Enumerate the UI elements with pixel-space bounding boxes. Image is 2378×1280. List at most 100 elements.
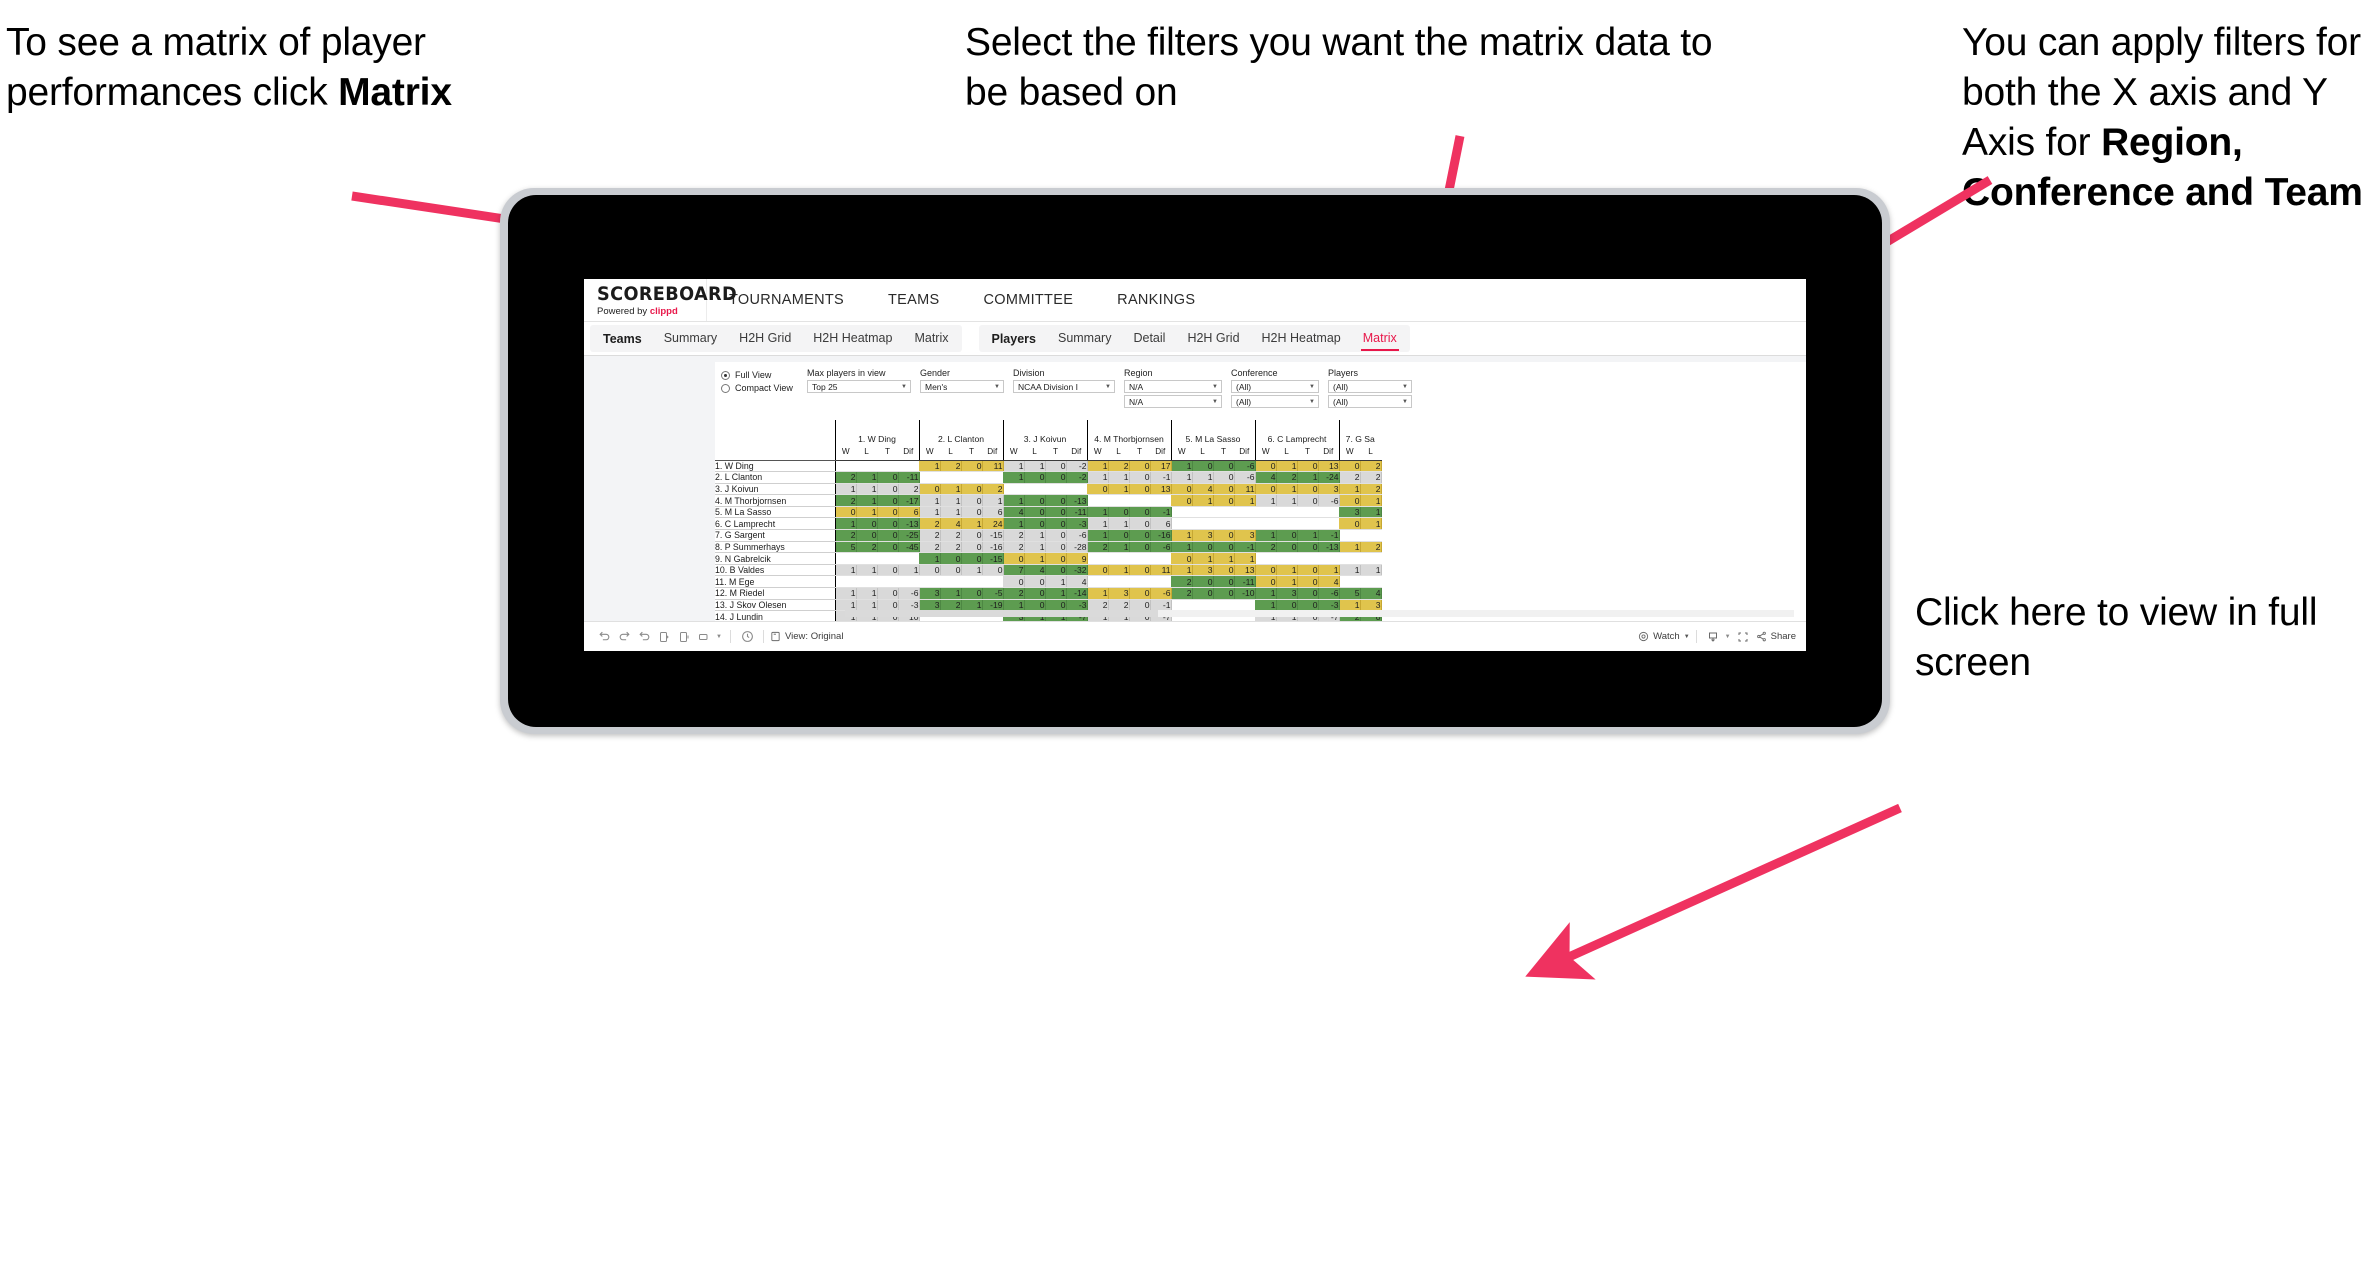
tab-teams-h2h-heatmap[interactable]: H2H Heatmap xyxy=(802,325,903,352)
matrix-cell[interactable]: 3 xyxy=(1108,587,1130,600)
matrix-cell[interactable]: 0 xyxy=(1213,494,1235,507)
download-icon[interactable] xyxy=(1703,627,1723,647)
matrix-cell[interactable]: 0 xyxy=(1297,483,1319,496)
matrix-cell[interactable]: 0 xyxy=(1045,471,1067,484)
matrix-cell[interactable]: 1 xyxy=(1086,517,1109,531)
redo-icon[interactable] xyxy=(614,627,634,647)
matrix-cell[interactable]: 1 xyxy=(1338,599,1361,612)
matrix-cell[interactable] xyxy=(961,575,982,589)
matrix-cell[interactable]: 4 xyxy=(1192,483,1214,496)
matrix-cell[interactable] xyxy=(918,575,940,589)
matrix-cell[interactable]: 0 xyxy=(1045,506,1067,519)
matrix-cell[interactable] xyxy=(1170,506,1192,519)
matrix-cell[interactable]: 5 xyxy=(1338,587,1361,600)
matrix-cell[interactable] xyxy=(898,575,919,589)
radio-compact-view[interactable]: Compact View xyxy=(721,383,807,393)
matrix-cell[interactable] xyxy=(1213,506,1234,519)
matrix-cell[interactable] xyxy=(1276,506,1297,519)
fullscreen-icon[interactable] xyxy=(1733,627,1753,647)
matrix-cell[interactable]: 0 xyxy=(1045,552,1067,565)
matrix-cell[interactable] xyxy=(1086,552,1108,565)
matrix-cell[interactable]: 1 xyxy=(1108,483,1130,496)
matrix-cell[interactable]: 0 xyxy=(877,506,899,519)
matrix-cell[interactable] xyxy=(1318,552,1339,565)
matrix-cell[interactable]: 0 xyxy=(1129,471,1151,484)
matrix-cell[interactable]: 1 xyxy=(898,564,920,577)
matrix-cell[interactable]: 1 xyxy=(834,483,857,496)
matrix-cell[interactable]: 1 xyxy=(834,564,857,577)
matrix-cell[interactable]: 0 xyxy=(1086,564,1109,577)
matrix-cell[interactable]: 2 xyxy=(1002,541,1025,554)
matrix-cell[interactable] xyxy=(1150,575,1171,589)
matrix-cell[interactable] xyxy=(1254,517,1276,531)
matrix-cell[interactable] xyxy=(1086,575,1108,589)
matrix-cell[interactable] xyxy=(1129,494,1150,507)
matrix-cell[interactable]: 1 xyxy=(1024,552,1046,565)
matrix-cell[interactable]: -28 xyxy=(1066,541,1088,554)
matrix-cell[interactable]: 1 xyxy=(1086,529,1109,542)
matrix-cell[interactable]: -3 xyxy=(1318,599,1340,612)
matrix-cell[interactable]: 0 xyxy=(1297,541,1319,554)
matrix-cell[interactable]: 1 xyxy=(1254,587,1277,600)
matrix-cell[interactable]: 4 xyxy=(1024,564,1046,577)
matrix-cell[interactable] xyxy=(834,552,856,565)
matrix-cell[interactable]: 1 xyxy=(1360,494,1382,507)
matrix-cell[interactable]: 0 xyxy=(1045,517,1067,531)
matrix-cell[interactable]: 0 xyxy=(1024,506,1046,519)
matrix-cell[interactable]: 0 xyxy=(1002,552,1025,565)
matrix-cell[interactable]: 1 xyxy=(834,517,857,531)
matrix-cell[interactable]: 2 xyxy=(940,529,962,542)
matrix-cell[interactable]: 0 xyxy=(834,506,857,519)
matrix-cell[interactable]: 0 xyxy=(1024,599,1046,612)
matrix-cell[interactable]: 0 xyxy=(1129,483,1151,496)
matrix-cell[interactable]: -10 xyxy=(1234,587,1256,600)
matrix-cell[interactable]: 1 xyxy=(1276,494,1298,507)
matrix-cell[interactable] xyxy=(1338,575,1360,589)
matrix-cell[interactable] xyxy=(918,471,940,484)
matrix-cell[interactable]: 0 xyxy=(1338,517,1361,531)
matrix-cell[interactable] xyxy=(1108,552,1129,565)
matrix-cell[interactable] xyxy=(1254,552,1276,565)
matrix-table-container[interactable]: 1. W Ding 2. L Clanton 3. J Koivun 4. M Tho… xyxy=(715,420,1806,651)
matrix-cell[interactable] xyxy=(982,575,1003,589)
matrix-cell[interactable]: 2 xyxy=(834,494,857,507)
filter-conference-y-select[interactable]: (All) ▼ xyxy=(1231,395,1319,408)
matrix-cell[interactable]: 0 xyxy=(877,599,899,612)
matrix-cell[interactable]: 0 xyxy=(918,564,941,577)
matrix-cell[interactable]: 1 xyxy=(856,564,878,577)
matrix-cell[interactable]: -5 xyxy=(982,587,1004,600)
app-logo[interactable]: SCOREBOARD Powered by clippd xyxy=(584,279,737,321)
matrix-cell[interactable]: 1 xyxy=(1002,517,1025,531)
matrix-cell[interactable]: -11 xyxy=(1066,506,1088,519)
matrix-cell[interactable] xyxy=(982,471,1003,484)
matrix-cell[interactable] xyxy=(1192,506,1213,519)
matrix-cell[interactable] xyxy=(856,575,877,589)
matrix-cell[interactable]: -13 xyxy=(898,517,920,531)
matrix-cell[interactable]: 2 xyxy=(898,483,920,496)
matrix-cell[interactable]: 0 xyxy=(877,471,899,484)
matrix-cell[interactable]: 1 xyxy=(1108,471,1130,484)
matrix-cell[interactable]: 1 xyxy=(1002,599,1025,612)
matrix-cell[interactable] xyxy=(1297,517,1318,531)
matrix-cell[interactable] xyxy=(1276,552,1297,565)
matrix-cell[interactable] xyxy=(1192,599,1213,612)
matrix-cell[interactable]: 0 xyxy=(877,564,899,577)
matrix-cell[interactable]: 24 xyxy=(982,517,1004,531)
matrix-cell[interactable] xyxy=(1213,599,1234,612)
matrix-cell[interactable]: 0 xyxy=(1129,541,1151,554)
matrix-cell[interactable]: 1 xyxy=(1254,494,1277,507)
matrix-cell[interactable] xyxy=(1024,483,1045,496)
matrix-cell[interactable]: -3 xyxy=(1066,517,1088,531)
matrix-cell[interactable]: 0 xyxy=(877,529,899,542)
matrix-cell[interactable] xyxy=(877,575,898,589)
matrix-cell[interactable]: -6 xyxy=(898,587,920,600)
matrix-cell[interactable]: 1 xyxy=(1276,575,1298,589)
matrix-cell[interactable]: 0 xyxy=(1129,460,1151,473)
matrix-cell[interactable]: 1 xyxy=(856,471,878,484)
matrix-cell[interactable] xyxy=(1108,494,1129,507)
matrix-cell[interactable]: 1 xyxy=(1276,460,1298,473)
matrix-cell[interactable]: 1 xyxy=(856,587,878,600)
matrix-cell[interactable]: 1 xyxy=(1170,529,1193,542)
matrix-cell[interactable]: 2 xyxy=(1086,599,1109,612)
matrix-cell[interactable] xyxy=(1318,506,1339,519)
